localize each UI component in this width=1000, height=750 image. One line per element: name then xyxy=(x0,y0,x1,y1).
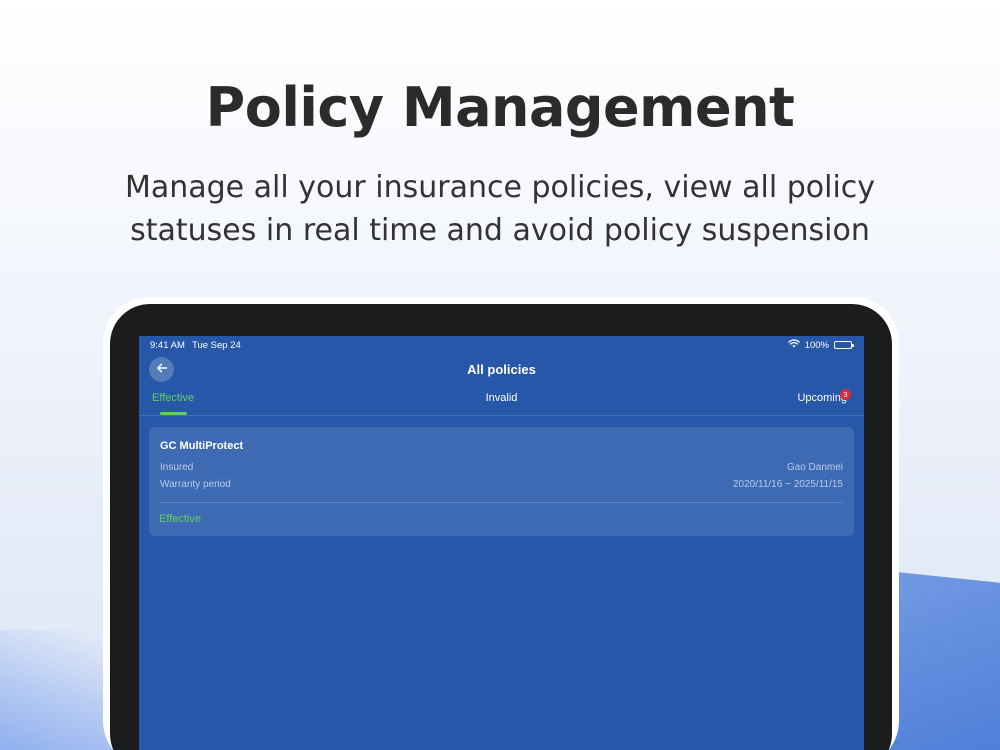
status-right-group: 100% xyxy=(787,339,854,351)
insured-value: Gao Danmei xyxy=(786,462,843,473)
nav-bar: All policies xyxy=(139,354,864,386)
marketing-subline: Manage all your insurance policies, view… xyxy=(0,166,1000,252)
policy-card[interactable]: GC MultiProtect Insured Gao Danmei Warra… xyxy=(149,427,854,536)
subline-line-1: Manage all your insurance policies, view… xyxy=(124,170,876,205)
warranty-period-label: Warranty period xyxy=(160,479,231,490)
warranty-period-value: 2020/11/16 ~ 2025/11/15 xyxy=(732,479,843,490)
status-bar: 9:41 AM Tue Sep 24 100% xyxy=(139,336,864,354)
battery-icon xyxy=(834,341,854,349)
policy-name: GC MultiProtect xyxy=(160,440,244,452)
policy-status: Effective xyxy=(159,513,201,525)
insured-label: Insured xyxy=(160,462,194,473)
status-time: 9:41 AM xyxy=(150,340,185,351)
status-date: Tue Sep 24 xyxy=(192,340,241,351)
upcoming-count-badge: 3 xyxy=(840,389,851,400)
policy-tabs: Effective Invalid Upcoming 3 xyxy=(139,388,864,416)
active-tab-indicator xyxy=(160,412,187,415)
page-title: All policies xyxy=(467,362,536,377)
battery-percent: 100% xyxy=(804,339,829,351)
marketing-headline: Policy Management xyxy=(205,76,795,139)
wifi-icon xyxy=(787,339,800,351)
tab-invalid[interactable]: Invalid xyxy=(139,392,864,404)
subline-line-2: statuses in real time and avoid policy s… xyxy=(130,213,870,248)
card-divider xyxy=(159,502,843,503)
app-screen: 9:41 AM Tue Sep 24 100% All policies Eff… xyxy=(139,336,864,750)
